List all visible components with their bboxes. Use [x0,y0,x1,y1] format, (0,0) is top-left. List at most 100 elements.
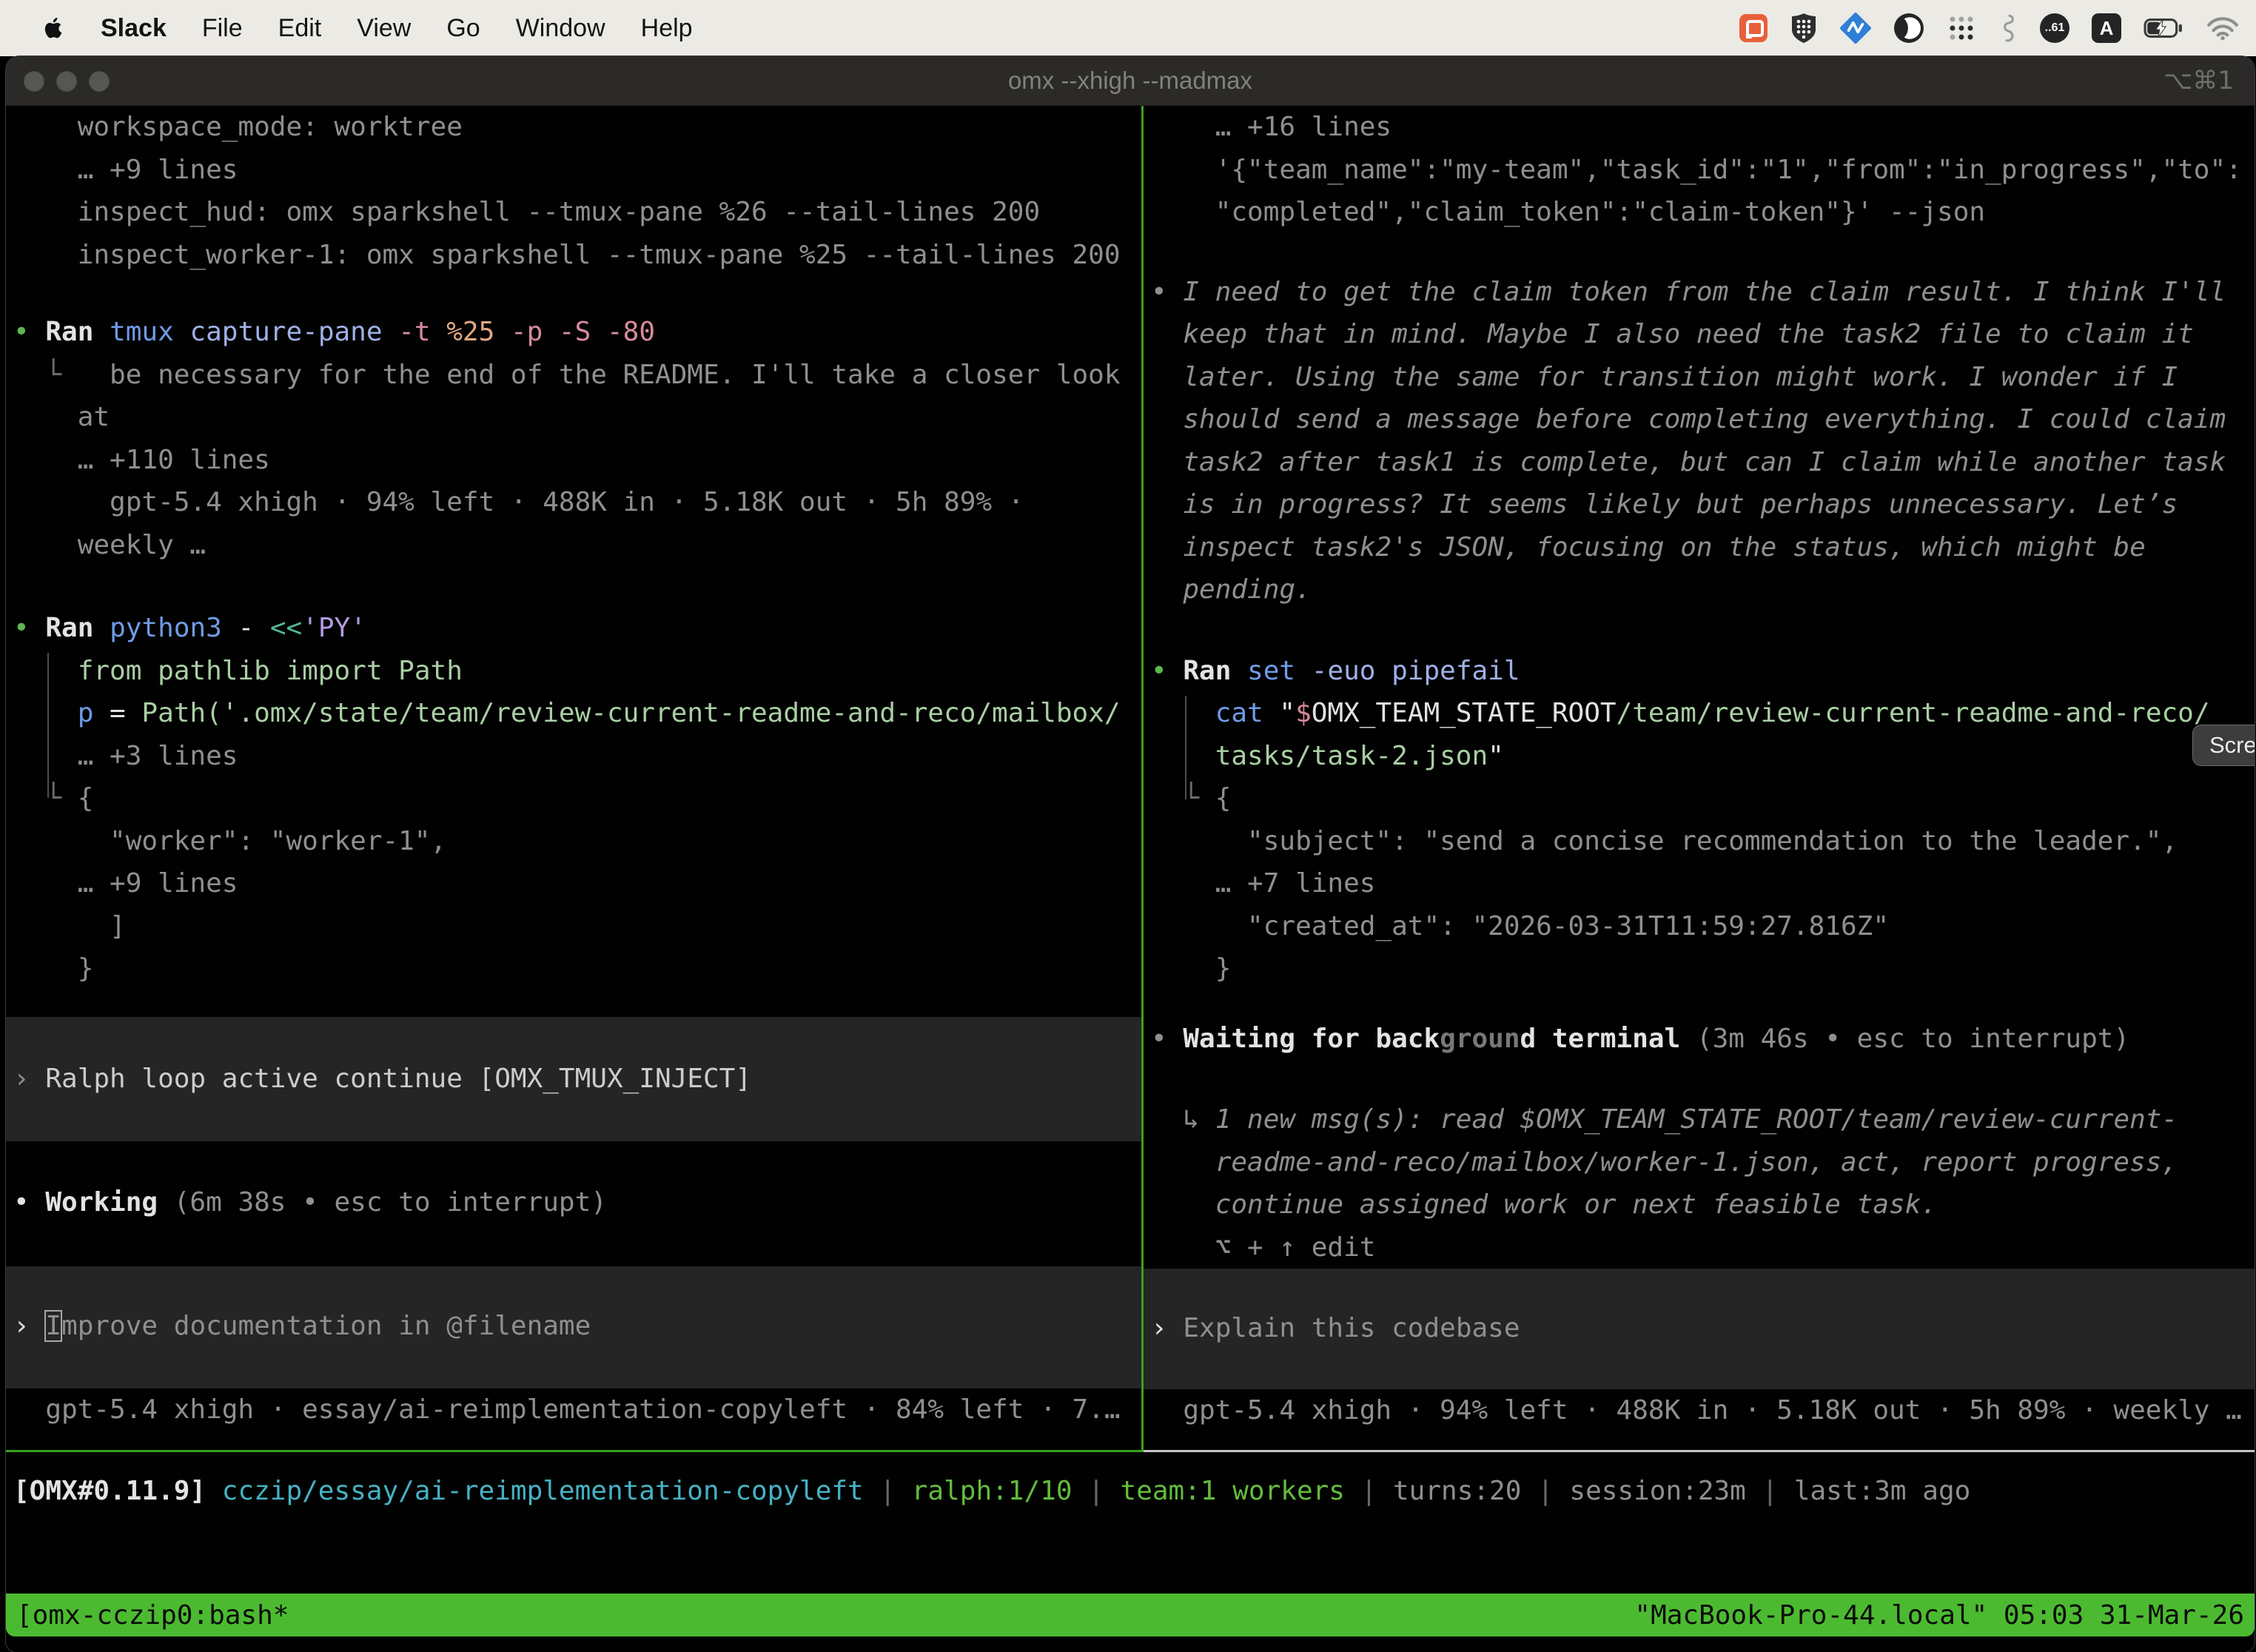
menu-go[interactable]: Go [446,14,480,43]
apple-menu-icon[interactable] [41,14,65,42]
terminal-line: pending. [1144,568,2255,611]
block-gutter-line [1185,696,1186,799]
terminal-line: gpt-5.4 xhigh · 94% left · 488K in · 5.1… [1144,1389,2255,1432]
terminal-line: keep that in mind. Maybe I also need the… [1144,313,2255,356]
terminal-line: • Waiting for background terminal (3m 46… [1144,1018,2255,1061]
terminal-line: later. Using the same for transition mig… [1144,356,2255,399]
window-titlebar[interactable]: omx --xhigh --madmax ⌥⌘1 [6,56,2255,106]
output-block: • Ran tmux capture-pane -t %25 -p -S -80… [6,311,1141,566]
battery-icon[interactable] [2143,17,2183,39]
wifi-icon[interactable] [2206,16,2240,41]
terminal-line: … +16 lines [1144,106,2255,149]
terminal-line: should send a message before completing … [1144,398,2255,441]
squiggle-icon[interactable] [1998,11,2018,45]
tmux-session-label: [omx-cczip0:bash* [16,1600,289,1631]
right-pane[interactable]: … +16 lines '{"team_name":"my-team","tas… [1144,106,2255,1450]
block-gutter-line [47,653,49,798]
screen-tooltip: Scre [2192,725,2255,766]
terminal-line: • Ran tmux capture-pane -t %25 -p -S -80 [6,311,1141,354]
terminal-line: "created_at": "2026-03-31T11:59:27.816Z" [1144,905,2255,948]
app-menus: Slack File Edit View Go Window Help [101,14,693,43]
terminal-line: tasks/task-2.json" [1144,735,2255,778]
terminal-line: • Ran set -euo pipefail [1144,650,2255,693]
terminal-line: gpt-5.4 xhigh · essay/ai-reimplementatio… [6,1389,1141,1431]
terminal-line: is in progress? It seems likely but perh… [1144,483,2255,526]
output-block: … +16 lines '{"team_name":"my-team","tas… [1144,106,2255,234]
terminal-line: cat "$OMX_TEAM_STATE_ROOT/team/review-cu… [1144,692,2255,735]
prompt-input-band[interactable]: › Ralph loop active continue [OMX_TMUX_I… [6,1017,1141,1141]
count-badge-icon[interactable]: ..61 [2040,13,2069,43]
tmux-status-bar: [omx-cczip0:bash* "MacBook-Pro-44.local"… [6,1594,2255,1636]
terminal-line: } [6,947,1141,990]
output-block: • Ran python3 - <<'PY' from pathlib impo… [6,607,1141,990]
terminal-line: • I need to get the claim token from the… [1144,271,2255,314]
terminal-line: readme-and-reco/mailbox/worker-1.json, a… [1144,1141,2255,1184]
terminal-line: "completed","claim_token":"claim-token"}… [1144,191,2255,234]
output-block: • Waiting for background terminal (3m 46… [1144,1018,2255,1061]
terminal-line: inspect_worker-1: omx sparkshell --tmux-… [6,234,1141,277]
right-pane-bottom-border [1144,1450,2255,1452]
prompt-input-band[interactable]: › Improve documentation in @filename [6,1266,1141,1389]
terminal-line: inspect_hud: omx sparkshell --tmux-pane … [6,191,1141,234]
prompt-input-band[interactable]: › Explain this codebase [1144,1269,2255,1389]
terminal-line: … +9 lines [6,862,1141,905]
terminal-line: "worker": "worker-1", [6,820,1141,863]
menu-edit[interactable]: Edit [278,14,322,43]
terminal-line: task2 after task1 is complete, but can I… [1144,441,2255,484]
output-block: gpt-5.4 xhigh · essay/ai-reimplementatio… [6,1389,1141,1431]
terminal-line: › Explain this codebase [1144,1307,2255,1350]
keypad-shield-icon[interactable] [1790,12,1818,44]
keyboard-layout-icon[interactable]: A [2092,13,2121,43]
terminal-line: • Working (6m 38s • esc to interrupt) [6,1181,1141,1224]
output-block: • Ran set -euo pipefail cat "$OMX_TEAM_S… [1144,650,2255,990]
crescent-circle-icon[interactable] [1893,13,1924,44]
menu-bar: Slack File Edit View Go Window Help ..61 A [0,0,2256,56]
terminal-line: … +7 lines [1144,862,2255,905]
menu-slack[interactable]: Slack [101,14,167,43]
omx-status-line: [OMX#0.11.9] cczip/essay/ai-reimplementa… [6,1470,2255,1513]
terminal-line: weekly … [6,524,1141,567]
left-pane[interactable]: workspace_mode: worktree … +9 lines insp… [6,106,1141,1450]
menu-window[interactable]: Window [516,14,605,43]
terminal-line: … +3 lines [6,735,1141,778]
menu-bar-left: Slack File Edit View Go Window Help [0,14,693,43]
terminal-line: › Ralph loop active continue [OMX_TMUX_I… [6,1058,1141,1101]
blue-diamond-icon[interactable] [1840,13,1871,44]
terminal-content: workspace_mode: worktree … +9 lines insp… [6,106,2255,1652]
terminal-line: from pathlib import Path [6,650,1141,693]
output-block: gpt-5.4 xhigh · 94% left · 488K in · 5.1… [1144,1389,2255,1432]
terminal-line: └ { [1144,777,2255,820]
output-block: ↳ 1 new msg(s): read $OMX_TEAM_STATE_ROO… [1144,1098,2255,1269]
recording-indicator-icon[interactable] [1739,14,1767,42]
text-cursor: I [45,1311,61,1341]
menu-help[interactable]: Help [641,14,693,43]
terminal-line: › Improve documentation in @filename [6,1305,1141,1348]
window-shortcut: ⌥⌘1 [2163,56,2234,105]
window-title: omx --xhigh --madmax [6,56,2255,105]
terminal-line: └ be necessary for the end of the README… [6,354,1141,397]
terminal-line: ] [6,905,1141,948]
menu-file[interactable]: File [202,14,243,43]
terminal-line: at [6,396,1141,439]
terminal-line: gpt-5.4 xhigh · 94% left · 488K in · 5.1… [6,481,1141,524]
terminal-line: └ { [6,777,1141,820]
terminal-line: inspect task2's JSON, focusing on the st… [1144,526,2255,569]
terminal-line: ⌥ + ↑ edit [1144,1226,2255,1269]
terminal-line: ↳ 1 new msg(s): read $OMX_TEAM_STATE_ROO… [1144,1098,2255,1141]
terminal-line: '{"team_name":"my-team","task_id":"1","f… [1144,149,2255,192]
output-block: • Working (6m 38s • esc to interrupt) [6,1181,1141,1224]
menu-bar-status-icons: ..61 A [1739,11,2256,45]
terminal-line: } [1144,947,2255,990]
terminal-line: workspace_mode: worktree [6,106,1141,149]
terminal-window: omx --xhigh --madmax ⌥⌘1 workspace_mode:… [6,56,2255,1652]
screen: Slack File Edit View Go Window Help ..61 A [0,0,2256,1652]
terminal-line: p = Path('.omx/state/team/review-current… [6,692,1141,735]
terminal-line: … +110 lines [6,439,1141,482]
output-block: • I need to get the claim token from the… [1144,271,2255,611]
terminal-line: … +9 lines [6,149,1141,192]
tmux-host-clock: "MacBook-Pro-44.local" 05:03 31-Mar-26 [1634,1600,2244,1631]
terminal-line: continue assigned work or next feasible … [1144,1183,2255,1226]
left-pane-bottom-border [6,1450,1144,1452]
menu-view[interactable]: View [357,14,411,43]
dots-grid-icon[interactable] [1947,13,1976,43]
